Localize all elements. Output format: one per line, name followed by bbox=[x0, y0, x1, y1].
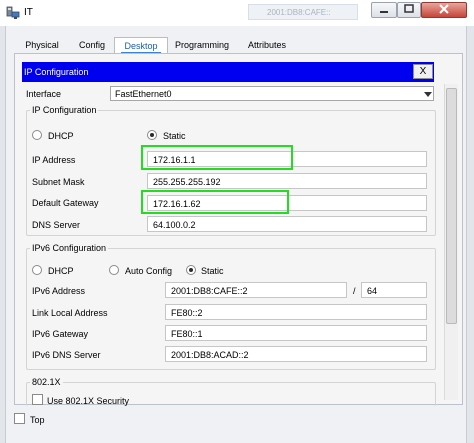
close-button[interactable] bbox=[421, 2, 467, 18]
default-gateway-highlight bbox=[141, 190, 289, 214]
ipv6-static-radio[interactable] bbox=[186, 265, 196, 275]
tab-config[interactable]: Config bbox=[72, 37, 112, 54]
ip-configuration-header: IP Configuration bbox=[22, 62, 434, 82]
maximize-icon bbox=[404, 4, 414, 13]
ipv6-dns-server-label: IPv6 DNS Server bbox=[32, 350, 101, 360]
use-8021x-label: Use 802.1X Security bbox=[47, 396, 130, 406]
dot1x-group-title: 802.1X bbox=[30, 377, 63, 387]
minimize-button[interactable] bbox=[371, 2, 397, 18]
footer-bar bbox=[6, 406, 466, 443]
minimize-icon bbox=[380, 11, 388, 13]
subnet-mask-input[interactable]: 255.255.255.192 bbox=[147, 173, 427, 189]
ipv6-address-input[interactable]: 2001:DB8:CAFE::2 bbox=[165, 282, 347, 298]
use-8021x-checkbox[interactable] bbox=[32, 394, 43, 405]
window-right-edge bbox=[466, 26, 474, 443]
interface-label: Interface bbox=[26, 89, 62, 99]
ipv4-dhcp-label: DHCP bbox=[48, 131, 74, 141]
interface-select-value: FastEthernet0 bbox=[115, 89, 172, 99]
ipv6-prefix-input[interactable]: 64 bbox=[361, 282, 427, 298]
tab-attributes[interactable]: Attributes bbox=[240, 37, 294, 54]
ipv6-dns-server-input[interactable]: 2001:DB8:ACAD::2 bbox=[165, 346, 427, 362]
ipv6-static-label: Static bbox=[201, 266, 224, 276]
link-local-address-label: Link Local Address bbox=[32, 308, 108, 318]
tab-desktop[interactable]: Desktop bbox=[114, 37, 168, 54]
ipv4-dhcp-radio[interactable] bbox=[32, 130, 42, 140]
default-gateway-label: Default Gateway bbox=[32, 198, 99, 208]
ipv6-address-label: IPv6 Address bbox=[32, 286, 86, 296]
ipv6-prefix-separator: / bbox=[353, 286, 356, 296]
ip-address-highlight bbox=[141, 145, 293, 170]
ipv6-gateway-input[interactable]: FE80::1 bbox=[165, 325, 427, 341]
chevron-down-icon bbox=[424, 92, 432, 97]
ipv6-gateway-label: IPv6 Gateway bbox=[32, 329, 89, 339]
link-local-address-input[interactable]: FE80::2 bbox=[165, 304, 427, 320]
interface-select[interactable]: FastEthernet0 bbox=[110, 86, 434, 101]
ipv4-static-label: Static bbox=[163, 131, 186, 141]
ip-config-close-button[interactable]: X bbox=[413, 64, 433, 79]
window-left-edge bbox=[0, 26, 6, 443]
app-icon bbox=[6, 6, 20, 20]
ipv6-dhcp-label: DHCP bbox=[48, 266, 74, 276]
ipv6-dhcp-radio[interactable] bbox=[32, 265, 42, 275]
subnet-mask-label: Subnet Mask bbox=[32, 177, 85, 187]
maximize-button[interactable] bbox=[397, 2, 421, 18]
ipv6-group-title: IPv6 Configuration bbox=[30, 243, 109, 253]
tab-programming[interactable]: Programming bbox=[170, 37, 234, 54]
top-label: Top bbox=[30, 415, 45, 425]
ipv6-auto-config-radio[interactable] bbox=[109, 265, 119, 275]
close-icon bbox=[439, 4, 449, 14]
tab-physical[interactable]: Physical bbox=[18, 37, 66, 54]
dns-server-input[interactable]: 64.100.0.2 bbox=[147, 216, 427, 232]
ipv6-auto-config-label: Auto Config bbox=[125, 266, 173, 276]
scrollbar-thumb[interactable] bbox=[446, 88, 457, 324]
dns-server-label: DNS Server bbox=[32, 220, 81, 230]
ipv4-static-radio[interactable] bbox=[147, 130, 157, 140]
top-checkbox[interactable] bbox=[14, 413, 25, 424]
window-title: IT bbox=[24, 7, 33, 18]
ip-address-label: IP Address bbox=[32, 155, 76, 165]
background-window-title: 2001:DB8:CAFE:: bbox=[248, 4, 358, 20]
ipv4-group-title: IP Configuration bbox=[30, 105, 99, 115]
